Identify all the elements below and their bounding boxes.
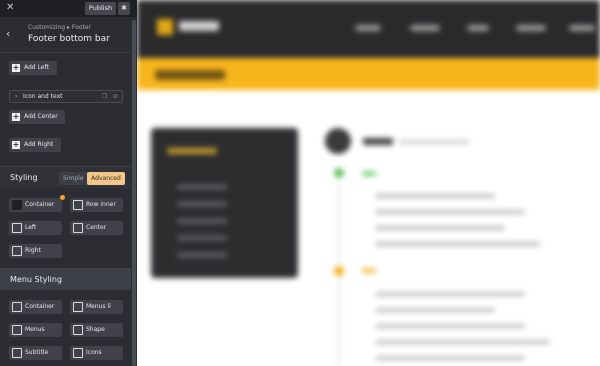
preview-nav-item — [569, 25, 595, 31]
breadcrumb: Customizing ▸ Footer — [28, 24, 91, 31]
plus-icon: + — [12, 63, 20, 72]
preview-widget-title — [167, 148, 217, 154]
gear-icon[interactable]: ✱ — [118, 2, 130, 15]
add-right-button[interactable]: + Add Right — [9, 138, 61, 152]
modified-indicator — [60, 195, 65, 200]
menu-shape-button[interactable]: Shape — [70, 323, 123, 337]
chevron-right-icon[interactable]: › — [15, 91, 17, 102]
preview-widget-line — [177, 219, 227, 223]
tile-label: Row inner — [86, 201, 116, 208]
tile-label: Icons — [86, 349, 102, 356]
add-right-label: Add Right — [24, 141, 54, 148]
publish-button[interactable]: Publish — [85, 2, 116, 15]
preview-widget-line — [177, 202, 227, 206]
menu-menus-button[interactable]: Menus — [9, 323, 62, 337]
preview-tag — [362, 171, 376, 176]
preview-logo-text — [179, 21, 219, 31]
align-right-icon — [12, 246, 22, 256]
styling-container-button[interactable]: Container — [9, 198, 62, 212]
styling-left-button[interactable]: Left — [9, 221, 62, 235]
preview-timeline-dot — [334, 168, 344, 178]
menu-styling-header[interactable]: Menu Styling — [0, 268, 131, 290]
preview-widget-line — [177, 185, 227, 189]
close-icon[interactable]: ✕ — [6, 2, 14, 14]
icons-icon — [73, 348, 83, 358]
tile-label: Container — [25, 201, 55, 208]
customizer-topbar: ✕ Publish ✱ — [0, 0, 137, 17]
container-icon — [12, 200, 22, 210]
preview-text-line — [375, 242, 540, 246]
container-icon — [12, 302, 22, 312]
preview-nav-item — [355, 25, 381, 31]
menu-menus-li-button[interactable]: Menus li — [70, 300, 123, 314]
customizer-panel: ✕ Publish ✱ ‹ Customizing ▸ Footer Foote… — [0, 0, 137, 366]
align-center-icon — [73, 223, 83, 233]
styling-center-button[interactable]: Center — [70, 221, 123, 235]
menus-icon — [12, 325, 22, 335]
add-left-button[interactable]: + Add Left — [9, 61, 57, 75]
preview-author-name — [363, 138, 393, 145]
preview-tag — [362, 268, 376, 273]
align-left-icon — [12, 223, 22, 233]
menu-subtitle-button[interactable]: Subtitle — [9, 346, 62, 360]
preview-blurred-content — [137, 0, 600, 366]
section-title: Footer bottom bar — [28, 34, 110, 44]
site-preview[interactable] — [137, 0, 600, 366]
preview-text-line — [375, 356, 525, 360]
styling-label: Styling — [10, 173, 38, 182]
back-icon[interactable]: ‹ — [6, 27, 10, 40]
tile-label: Right — [25, 247, 41, 254]
preview-nav-item — [410, 25, 440, 31]
tile-label: Container — [25, 303, 55, 310]
preview-timeline-dot — [334, 266, 344, 276]
preview-text-line — [375, 308, 495, 312]
shape-icon — [73, 325, 83, 335]
styling-row-inner-button[interactable]: Row inner — [70, 198, 123, 212]
add-left-label: Add Left — [24, 64, 49, 71]
panel-scrollbar-thumb[interactable] — [132, 20, 136, 366]
preview-text-line — [375, 324, 525, 328]
preview-widget-line — [177, 236, 227, 240]
preview-avatar — [325, 128, 351, 154]
menu-container-button[interactable]: Container — [9, 300, 62, 314]
tile-label: Left — [25, 224, 37, 231]
plus-icon: + — [12, 112, 20, 121]
tile-label: Center — [86, 224, 107, 231]
tile-label: Subtitle — [25, 349, 49, 356]
trash-icon[interactable]: ⊘ — [113, 91, 118, 102]
section-header: ‹ Customizing ▸ Footer Footer bottom bar — [0, 17, 137, 53]
preview-text-line — [375, 292, 525, 296]
menu-icons-button[interactable]: Icons — [70, 346, 123, 360]
preview-text-line — [375, 340, 550, 344]
simple-tab[interactable]: Simple — [63, 172, 84, 185]
preview-nav-item — [467, 25, 489, 31]
list-item-icon — [73, 302, 83, 312]
subtitle-icon — [12, 348, 22, 358]
footer-item-icon-and-text[interactable]: › Icon and text ❐ ⊘ — [9, 90, 123, 103]
preview-text-line — [375, 210, 525, 214]
tile-label: Menus li — [86, 303, 111, 310]
duplicate-icon[interactable]: ❐ — [102, 91, 107, 102]
add-center-button[interactable]: + Add Center — [9, 110, 65, 124]
row-inner-icon — [73, 200, 83, 210]
preview-text-line — [375, 194, 495, 198]
tile-label: Menus — [25, 326, 45, 333]
styling-mode-toggle[interactable]: Simple Advanced — [59, 172, 125, 185]
styling-right-button[interactable]: Right — [9, 244, 62, 258]
styling-header: Styling Simple Advanced — [0, 166, 131, 188]
preview-text-line — [375, 226, 505, 230]
plus-icon: + — [12, 140, 20, 149]
advanced-tab[interactable]: Advanced — [87, 172, 125, 185]
preview-nav-item — [516, 25, 546, 31]
preview-logo — [157, 19, 173, 35]
preview-hero-title — [155, 70, 225, 80]
tile-label: Shape — [86, 326, 105, 333]
add-center-label: Add Center — [24, 113, 58, 120]
item-label: Icon and text — [23, 93, 63, 100]
menu-styling-label: Menu Styling — [10, 275, 63, 284]
preview-post-meta — [399, 140, 469, 144]
preview-widget-line — [177, 253, 227, 257]
